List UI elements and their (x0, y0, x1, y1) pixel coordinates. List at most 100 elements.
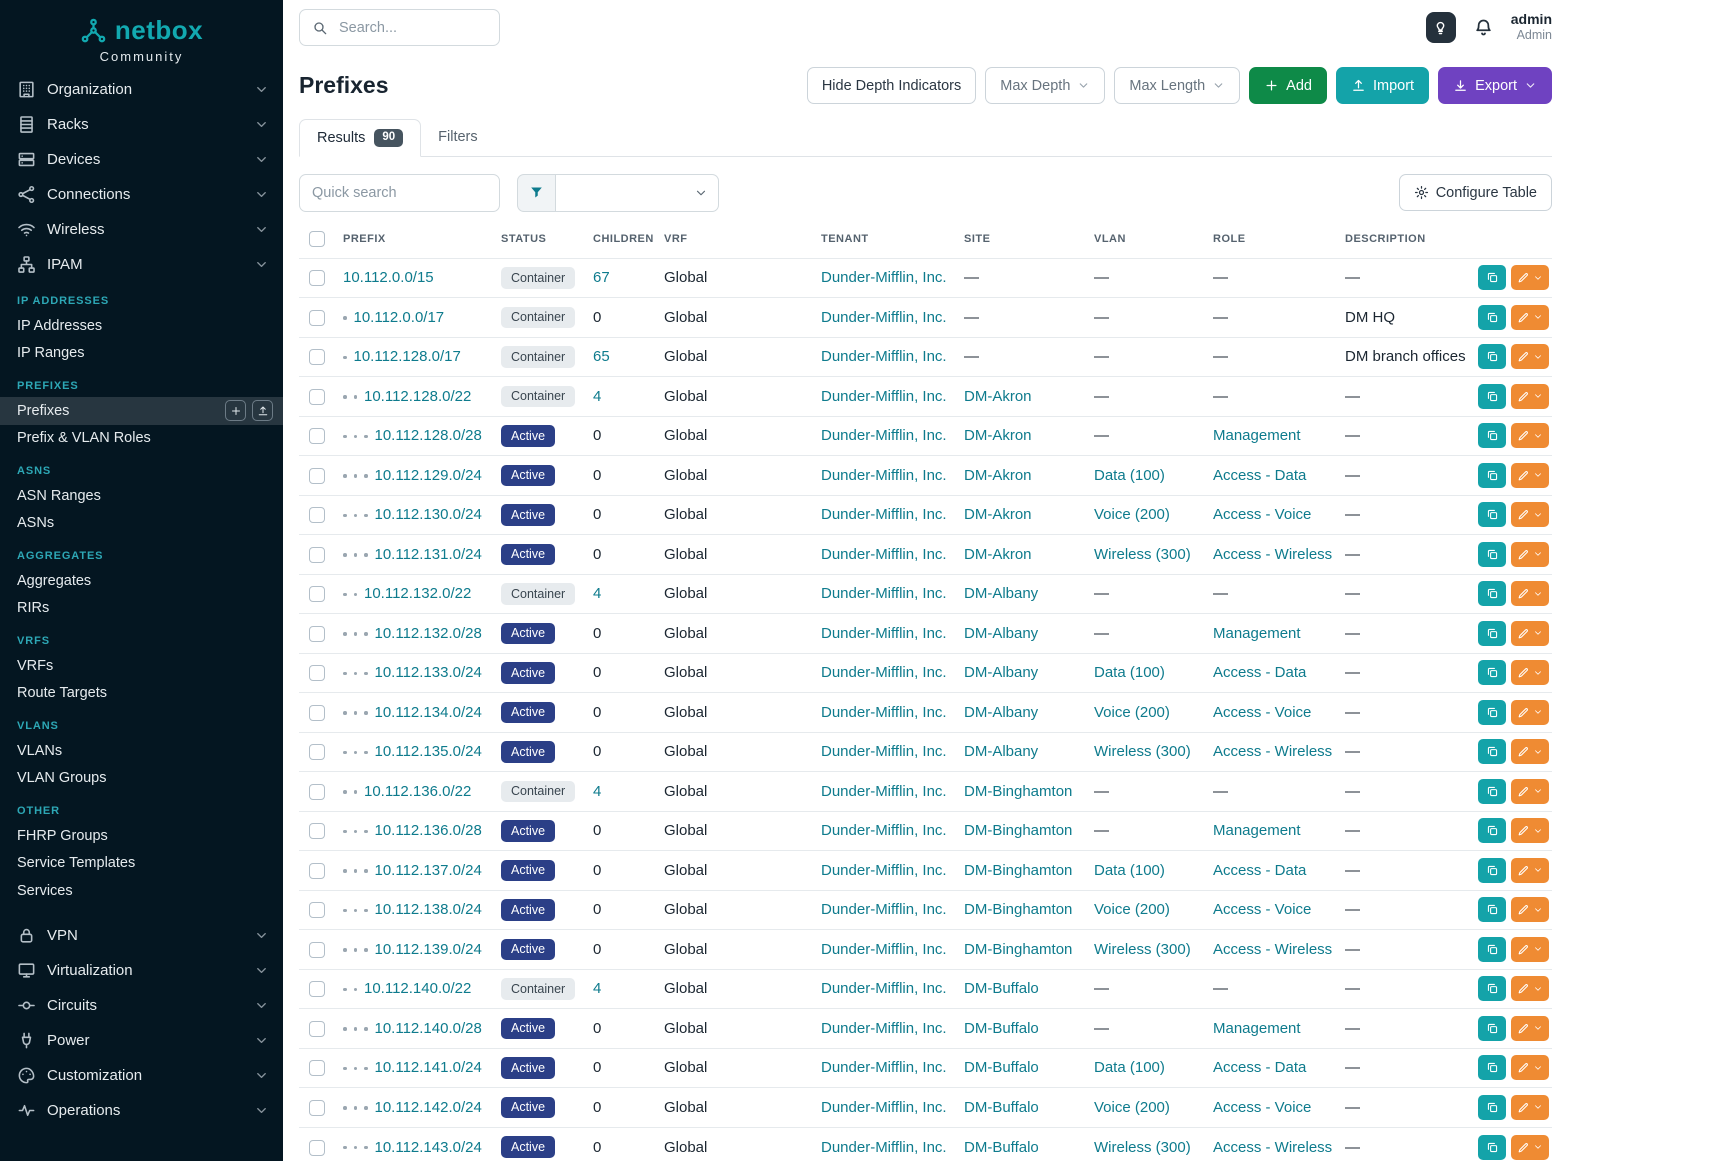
site-link[interactable]: DM-Akron (964, 388, 1032, 405)
column-header-prefix[interactable]: PREFIX (333, 225, 491, 259)
copy-button[interactable] (1478, 739, 1506, 764)
tenant-link[interactable]: Dunder-Mifflin, Inc. (821, 309, 947, 326)
copy-button[interactable] (1478, 897, 1506, 922)
copy-button[interactable] (1478, 423, 1506, 448)
row-checkbox[interactable] (309, 626, 325, 642)
copy-button[interactable] (1478, 384, 1506, 409)
prefix-link[interactable]: 10.112.0.0/17 (354, 309, 445, 326)
children-count-link[interactable]: 4 (593, 783, 601, 800)
prefix-link[interactable]: 10.112.129.0/24 (375, 467, 482, 484)
vlan-link[interactable]: Wireless (300) (1094, 743, 1191, 760)
sidebar-item-organization[interactable]: Organization (0, 72, 283, 107)
notifications-button[interactable] (1473, 17, 1494, 38)
copy-button[interactable] (1478, 660, 1506, 685)
children-count-link[interactable]: 4 (593, 388, 601, 405)
sidebar-item-connections[interactable]: Connections (0, 177, 283, 212)
row-checkbox[interactable] (309, 1021, 325, 1037)
role-link[interactable]: Access - Wireless (1213, 743, 1332, 760)
tenant-link[interactable]: Dunder-Mifflin, Inc. (821, 822, 947, 839)
role-link[interactable]: Access - Voice (1213, 901, 1311, 918)
edit-button[interactable] (1511, 779, 1549, 804)
sidebar-item-vlan-groups[interactable]: VLAN Groups (0, 765, 283, 793)
prefix-link[interactable]: 10.112.138.0/24 (375, 901, 482, 918)
edit-button[interactable] (1511, 344, 1549, 369)
prefix-link[interactable]: 10.112.133.0/24 (375, 664, 482, 681)
prefix-link[interactable]: 10.112.140.0/22 (364, 980, 471, 997)
vlan-link[interactable]: Voice (200) (1094, 1099, 1170, 1116)
tenant-link[interactable]: Dunder-Mifflin, Inc. (821, 664, 947, 681)
row-checkbox[interactable] (309, 863, 325, 879)
column-header-role[interactable]: ROLE (1203, 225, 1335, 259)
sidebar-item-vlans[interactable]: VLANs (0, 737, 283, 765)
edit-button[interactable] (1511, 739, 1549, 764)
prefix-link[interactable]: 10.112.143.0/24 (375, 1139, 482, 1156)
sidebar-item-customization[interactable]: Customization (0, 1058, 283, 1093)
site-link[interactable]: DM-Buffalo (964, 1099, 1039, 1116)
edit-button[interactable] (1511, 542, 1549, 567)
role-link[interactable]: Access - Data (1213, 862, 1306, 879)
hide-depth-indicators-button[interactable]: Hide Depth Indicators (807, 67, 976, 104)
tenant-link[interactable]: Dunder-Mifflin, Inc. (821, 704, 947, 721)
role-link[interactable]: Access - Wireless (1213, 1139, 1332, 1156)
column-header-status[interactable]: STATUS (491, 225, 583, 259)
column-header-vlan[interactable]: VLAN (1084, 225, 1203, 259)
row-checkbox[interactable] (309, 705, 325, 721)
column-header-children[interactable]: CHILDREN (583, 225, 654, 259)
tenant-link[interactable]: Dunder-Mifflin, Inc. (821, 941, 947, 958)
edit-button[interactable] (1511, 937, 1549, 962)
prefix-link[interactable]: 10.112.132.0/28 (375, 625, 482, 642)
tenant-link[interactable]: Dunder-Mifflin, Inc. (821, 625, 947, 642)
tenant-link[interactable]: Dunder-Mifflin, Inc. (821, 1139, 947, 1156)
global-search[interactable] (299, 9, 500, 46)
tenant-link[interactable]: Dunder-Mifflin, Inc. (821, 348, 947, 365)
column-header-vrf[interactable]: VRF (654, 225, 811, 259)
copy-button[interactable] (1478, 1055, 1506, 1080)
row-checkbox[interactable] (309, 744, 325, 760)
row-checkbox[interactable] (309, 310, 325, 326)
tenant-link[interactable]: Dunder-Mifflin, Inc. (821, 901, 947, 918)
prefix-link[interactable]: 10.112.130.0/24 (375, 506, 482, 523)
site-link[interactable]: DM-Buffalo (964, 1139, 1039, 1156)
edit-button[interactable] (1511, 897, 1549, 922)
role-link[interactable]: Access - Voice (1213, 1099, 1311, 1116)
row-checkbox[interactable] (309, 428, 325, 444)
edit-button[interactable] (1511, 1016, 1549, 1041)
sidebar-item-fhrp-groups[interactable]: FHRP Groups (0, 822, 283, 850)
copy-button[interactable] (1478, 858, 1506, 883)
tenant-link[interactable]: Dunder-Mifflin, Inc. (821, 783, 947, 800)
row-checkbox[interactable] (309, 270, 325, 286)
vlan-link[interactable]: Data (100) (1094, 664, 1165, 681)
children-count-link[interactable]: 4 (593, 585, 601, 602)
vlan-link[interactable]: Voice (200) (1094, 506, 1170, 523)
row-checkbox[interactable] (309, 349, 325, 365)
copy-button[interactable] (1478, 779, 1506, 804)
vlan-link[interactable]: Wireless (300) (1094, 941, 1191, 958)
tenant-link[interactable]: Dunder-Mifflin, Inc. (821, 862, 947, 879)
vlan-link[interactable]: Data (100) (1094, 1059, 1165, 1076)
site-link[interactable]: DM-Albany (964, 585, 1038, 602)
edit-button[interactable] (1511, 1055, 1549, 1080)
sidebar-item-virtualization[interactable]: Virtualization (0, 953, 283, 988)
prefix-link[interactable]: 10.112.135.0/24 (375, 743, 482, 760)
column-header-site[interactable]: SITE (954, 225, 1084, 259)
row-checkbox[interactable] (309, 389, 325, 405)
quick-import-button[interactable] (252, 400, 273, 421)
sidebar-item-prefix-vlan-roles[interactable]: Prefix & VLAN Roles (0, 425, 283, 453)
vlan-link[interactable]: Wireless (300) (1094, 546, 1191, 563)
prefix-link[interactable]: 10.112.128.0/17 (354, 348, 461, 365)
tenant-link[interactable]: Dunder-Mifflin, Inc. (821, 743, 947, 760)
sidebar-item-wireless[interactable]: Wireless (0, 212, 283, 247)
site-link[interactable]: DM-Albany (964, 704, 1038, 721)
copy-button[interactable] (1478, 344, 1506, 369)
role-link[interactable]: Management (1213, 822, 1301, 839)
prefix-link[interactable]: 10.112.128.0/28 (375, 427, 482, 444)
tenant-link[interactable]: Dunder-Mifflin, Inc. (821, 269, 947, 286)
sidebar-item-operations[interactable]: Operations (0, 1093, 283, 1128)
vlan-link[interactable]: Voice (200) (1094, 901, 1170, 918)
copy-button[interactable] (1478, 463, 1506, 488)
sidebar-item-racks[interactable]: Racks (0, 107, 283, 142)
vlan-link[interactable]: Wireless (300) (1094, 1139, 1191, 1156)
quick-add-button[interactable] (225, 400, 246, 421)
import-button[interactable]: Import (1336, 67, 1429, 104)
site-link[interactable]: DM-Buffalo (964, 1059, 1039, 1076)
